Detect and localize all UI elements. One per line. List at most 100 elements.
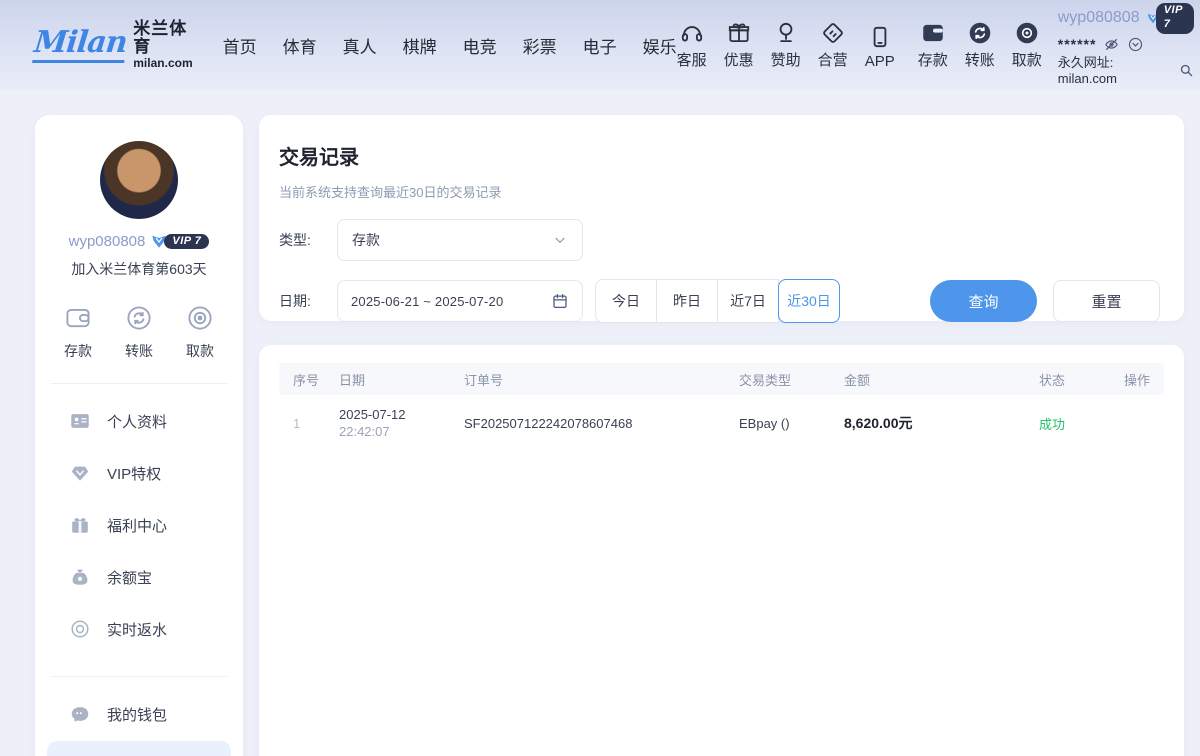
quick-transfer-label: 转账	[125, 341, 153, 361]
handshake-icon	[820, 20, 846, 46]
row-date: 2025-07-12 22:42:07	[339, 407, 464, 439]
col-type: 交易类型	[739, 370, 844, 389]
transfer-link[interactable]: 转账	[965, 20, 995, 70]
app-link[interactable]: APP	[865, 24, 895, 70]
sidebar-item-my-wallet[interactable]: 我的钱包	[47, 689, 231, 739]
sidebar-quick-actions: 存款 转账 取款	[35, 303, 243, 361]
filter-card: 交易记录 当前系统支持查询最近30日的交易记录 类型: 存款 日期: 2025-…	[259, 115, 1184, 321]
withdraw-label: 取款	[1012, 49, 1042, 70]
page-title: 交易记录	[279, 141, 1160, 170]
nav-lottery[interactable]: 彩票	[523, 33, 557, 58]
row-index: 1	[279, 416, 339, 431]
sidebar-divider	[51, 383, 227, 384]
username[interactable]: wyp080808	[1058, 8, 1140, 28]
nav-home[interactable]: 首页	[223, 33, 257, 58]
app-label: APP	[865, 53, 895, 70]
trophy-icon	[773, 20, 799, 46]
quick-range-group: 今日 昨日 近7日 近30日	[595, 279, 840, 323]
sidebar-item-label: 福利中心	[107, 515, 167, 536]
nav-slots[interactable]: 电子	[583, 33, 617, 58]
date-range-input[interactable]: 2025-06-21 ~ 2025-07-20	[337, 280, 583, 322]
sidebar-divider	[51, 676, 227, 677]
quick-withdraw-label: 取款	[186, 341, 214, 361]
service-link[interactable]: 客服	[677, 20, 707, 70]
sidebar-item-vip[interactable]: VIP特权	[47, 448, 231, 498]
chevron-down-icon	[552, 232, 568, 248]
date-label: 日期:	[279, 291, 325, 311]
sidebar-item-profile[interactable]: 个人资料	[47, 396, 231, 446]
promo-link[interactable]: 优惠	[724, 20, 754, 70]
rebate-rings-icon	[69, 618, 91, 640]
profile-sidebar: wyp080808 VIP 7 加入米兰体育第603天 存款 转账 取款	[35, 115, 243, 756]
permanent-url: 永久网址: milan.com	[1058, 55, 1175, 88]
type-select[interactable]: 存款	[337, 219, 583, 261]
id-card-icon	[69, 410, 91, 432]
site-logo[interactable]: Milan 米兰体育 milan.com	[34, 20, 193, 71]
range-yesterday-button[interactable]: 昨日	[656, 279, 718, 323]
sponsor-label: 赞助	[771, 49, 801, 70]
sidebar-item-rebate[interactable]: 实时返水	[47, 604, 231, 654]
col-date: 日期	[339, 370, 464, 389]
sidebar-menu: 个人资料 VIP特权 福利中心 余额宝 实时返水	[35, 390, 243, 654]
calendar-icon	[551, 292, 569, 310]
table-header-row: 序号 日期 订单号 交易类型 金额 状态 操作	[279, 363, 1164, 395]
type-filter-row: 类型: 存款	[279, 219, 1160, 261]
reset-button[interactable]: 重置	[1053, 280, 1160, 322]
col-order-no: 订单号	[464, 370, 739, 389]
page-subtitle: 当前系统支持查询最近30日的交易记录	[279, 182, 1160, 201]
sidebar-item-welfare[interactable]: 福利中心	[47, 500, 231, 550]
sidebar-item-yuebao[interactable]: 余额宝	[47, 552, 231, 602]
sidebar-wallet-menu: 我的钱包 交易记录	[35, 683, 243, 756]
withdraw-link[interactable]: 取款	[1012, 20, 1042, 70]
nav-live[interactable]: 真人	[343, 33, 377, 58]
gift-icon	[726, 20, 752, 46]
sidebar-item-label: VIP特权	[107, 463, 161, 484]
nav-sports[interactable]: 体育	[283, 33, 317, 58]
date-filter-row: 日期: 2025-06-21 ~ 2025-07-20 今日 昨日 近7日 近3…	[279, 279, 1160, 323]
user-block: wyp080808 VIP 7 ****** 永久网址: milan.com	[1058, 3, 1195, 87]
deposit-link[interactable]: 存款	[918, 20, 948, 70]
row-type: EBpay ()	[739, 416, 844, 431]
target-outline-icon	[185, 303, 215, 333]
sidebar-item-label: 我的钱包	[107, 704, 167, 725]
masked-balance: ******	[1058, 37, 1097, 51]
logo-cn-name: 米兰体育	[133, 20, 192, 57]
nav-cards[interactable]: 棋牌	[403, 33, 437, 58]
search-button[interactable]: 查询	[930, 280, 1037, 322]
partner-link[interactable]: 合营	[818, 20, 848, 70]
sidebar-avatar[interactable]	[100, 141, 178, 219]
magnifier-icon[interactable]	[1178, 62, 1195, 79]
quick-deposit[interactable]: 存款	[63, 303, 93, 361]
col-index: 序号	[279, 370, 339, 389]
table-row: 1 2025-07-12 22:42:07 SF2025071222420786…	[279, 395, 1164, 451]
date-range-value: 2025-06-21 ~ 2025-07-20	[351, 294, 551, 309]
sidebar-username: wyp080808	[69, 233, 146, 250]
quick-withdraw[interactable]: 取款	[185, 303, 215, 361]
logo-domain: milan.com	[133, 57, 192, 70]
join-days-text: 加入米兰体育第603天	[35, 259, 243, 279]
eye-off-icon[interactable]	[1103, 36, 1120, 53]
quick-transfer[interactable]: 转账	[124, 303, 154, 361]
gem-icon	[69, 462, 91, 484]
headset-icon	[679, 20, 705, 46]
chevron-circle-icon[interactable]	[1127, 36, 1144, 53]
money-bag-icon	[69, 566, 91, 588]
row-time-value: 22:42:07	[339, 424, 464, 439]
sidebar-vip-level: VIP 7	[164, 234, 209, 249]
withdraw-coin-icon	[1014, 20, 1040, 46]
range-30days-button[interactable]: 近30日	[778, 279, 840, 323]
transfer-label: 转账	[965, 49, 995, 70]
nav-esports[interactable]: 电竞	[463, 33, 497, 58]
row-date-value: 2025-07-12	[339, 407, 464, 422]
header-icon-menu: 客服 优惠 赞助 合营 APP	[677, 20, 1042, 70]
sidebar-item-transactions[interactable]: 交易记录	[47, 741, 231, 756]
deposit-label: 存款	[918, 49, 948, 70]
range-today-button[interactable]: 今日	[595, 279, 657, 323]
deposit-wallet-icon	[920, 20, 946, 46]
vip-level: VIP 7	[1156, 3, 1195, 34]
phone-icon	[867, 24, 893, 50]
col-actions: 操作	[1124, 370, 1164, 389]
sponsor-link[interactable]: 赞助	[771, 20, 801, 70]
range-7days-button[interactable]: 近7日	[717, 279, 779, 323]
nav-entertainment[interactable]: 娱乐	[643, 33, 677, 58]
